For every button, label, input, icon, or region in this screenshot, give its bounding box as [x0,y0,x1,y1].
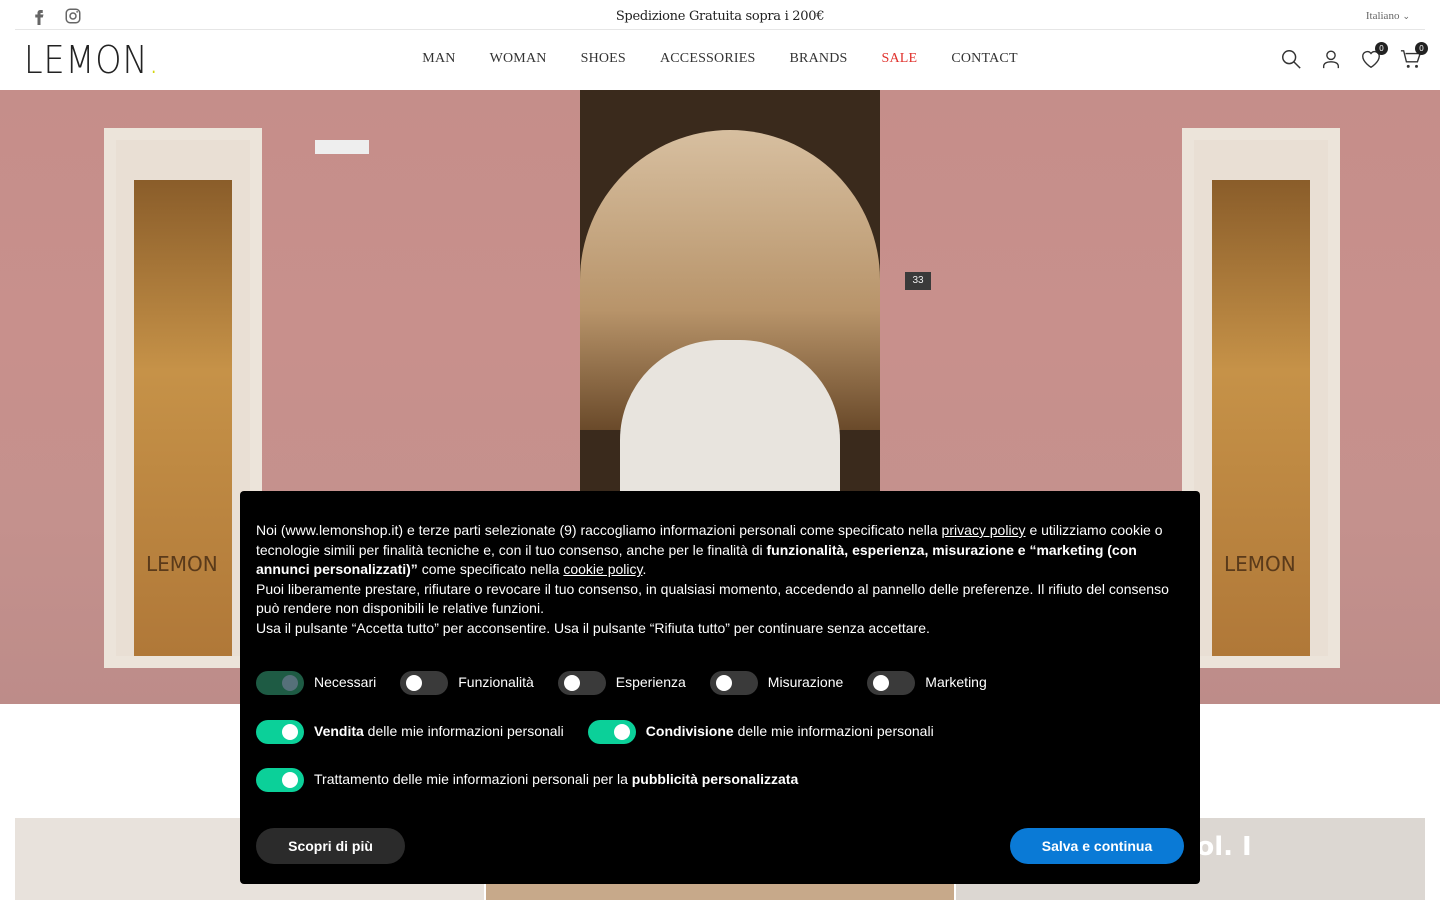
toggle-label: Vendita delle mie informazioni personali [314,722,564,742]
learn-more-button[interactable]: Scopri di più [256,828,405,864]
nav-shoes[interactable]: SHOES [581,51,626,67]
street-sign [315,140,369,154]
window-glass [1212,180,1310,656]
cart-count-badge: 0 [1415,42,1428,55]
toggle-label: Funzionalità [458,674,534,691]
shop-window-left: LEMON [104,128,262,668]
toggle-esperienza[interactable]: Esperienza [557,671,686,695]
toggle-label-bold: Vendita [314,723,364,740]
toggle-label-rest: Trattamento delle mie informazioni perso… [314,771,632,788]
search-icon[interactable] [1280,48,1302,70]
toggle-label-bold: pubblicità personalizzata [631,771,799,788]
necessari-switch [256,671,304,695]
esperienza-switch[interactable] [557,671,606,695]
main-header: LEMON. MAN WOMAN SHOES ACCESSORIES BRAND… [0,30,1440,90]
nav-sale[interactable]: SALE [882,51,918,67]
main-nav: MAN WOMAN SHOES ACCESSORIES BRANDS SALE … [0,51,1440,67]
nav-contact[interactable]: CONTACT [951,51,1017,67]
pubblicita-switch[interactable] [256,768,304,792]
window-brand: LEMON [146,552,218,576]
cart-icon[interactable]: 0 [1400,42,1428,70]
marketing-switch[interactable] [867,671,916,695]
toggle-label-rest: delle mie informazioni personali [733,723,934,740]
cookie-text-3: Usa il pulsante “Accetta tutto” per acco… [256,619,930,636]
misurazione-switch[interactable] [709,671,758,695]
condivisione-switch[interactable] [587,720,636,744]
wishlist-count-badge: 0 [1375,42,1388,55]
toggle-label: Trattamento delle mie informazioni perso… [314,770,798,790]
vendita-switch[interactable] [256,720,304,744]
cookie-policy-link[interactable]: cookie policy [563,561,642,577]
shop-window-right: LEMON [1182,128,1340,668]
toggle-label: Condivisione delle mie informazioni pers… [646,722,934,742]
header-icons: 0 0 [1280,42,1428,70]
toggle-marketing[interactable]: Marketing [867,671,987,695]
wishlist-icon[interactable]: 0 [1360,42,1388,70]
privacy-policy-link[interactable]: privacy policy [942,522,1026,538]
toggle-label: Marketing [925,674,987,691]
cookie-text-part: Noi (www.lemonshop.it) e terze parti sel… [256,522,942,538]
toggle-label-bold: Condivisione [645,723,734,740]
toggle-label-rest: delle mie informazioni personali [363,723,564,740]
toggle-label: Esperienza [615,674,686,691]
account-icon[interactable] [1320,48,1342,70]
cookie-text-part: . [642,561,647,578]
cookie-text-2: Puoi liberamente prestare, rifiutare o r… [256,580,1169,617]
nav-accessories[interactable]: ACCESSORIES [660,51,756,67]
door-number: 33 [905,272,931,290]
cookie-text: Noi (www.lemonshop.it) e terze parti sel… [256,521,1184,580]
consent-toggles: Necessari Funzionalità Esperienza Misura… [256,671,1011,695]
chevron-down-icon: ⌄ [1402,11,1410,21]
nav-man[interactable]: MAN [422,51,455,67]
ccpa-toggles: Vendita delle mie informazioni personali… [256,720,958,744]
window-glass [134,180,232,656]
window-brand: LEMON [1224,552,1296,576]
language-selector[interactable]: Italiano ⌄ [1366,10,1410,22]
save-continue-button[interactable]: Salva e continua [1010,828,1184,864]
nav-woman[interactable]: WOMAN [490,51,547,67]
language-label: Italiano [1365,10,1400,22]
shipping-promo: Spedizione Gratuita sopra i 200€ [615,9,825,24]
toggle-funzionalita[interactable]: Funzionalità [400,671,534,695]
toggle-label: Misurazione [767,674,844,691]
funzionalita-switch[interactable] [400,671,449,695]
toggle-pubblicita[interactable]: Trattamento delle mie informazioni perso… [256,768,798,792]
top-bar: Spedizione Gratuita sopra i 200€ Italian… [0,0,1440,32]
cookie-text-part: come specificato nella [417,561,564,578]
nav-brands[interactable]: BRANDS [790,51,848,67]
toggle-misurazione[interactable]: Misurazione [709,671,844,695]
tile-title: ol. I [1196,832,1252,862]
toggle-label: Necessari [314,674,377,691]
toggle-vendita[interactable]: Vendita delle mie informazioni personali [256,720,564,744]
cookie-consent-banner: Noi (www.lemonshop.it) e terze parti sel… [240,491,1200,884]
toggle-necessari: Necessari [256,671,376,695]
ads-toggle-row: Trattamento delle mie informazioni perso… [256,768,822,792]
toggle-condivisione[interactable]: Condivisione delle mie informazioni pers… [587,720,934,744]
